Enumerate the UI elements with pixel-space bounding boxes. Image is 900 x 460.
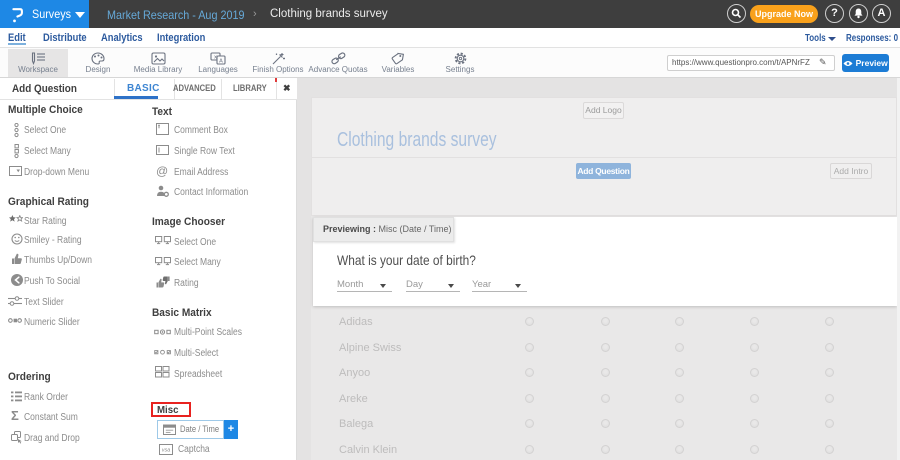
svg-text:x: x bbox=[214, 55, 217, 61]
svg-text:A: A bbox=[219, 59, 223, 65]
svg-text:vsa: vsa bbox=[162, 448, 171, 454]
